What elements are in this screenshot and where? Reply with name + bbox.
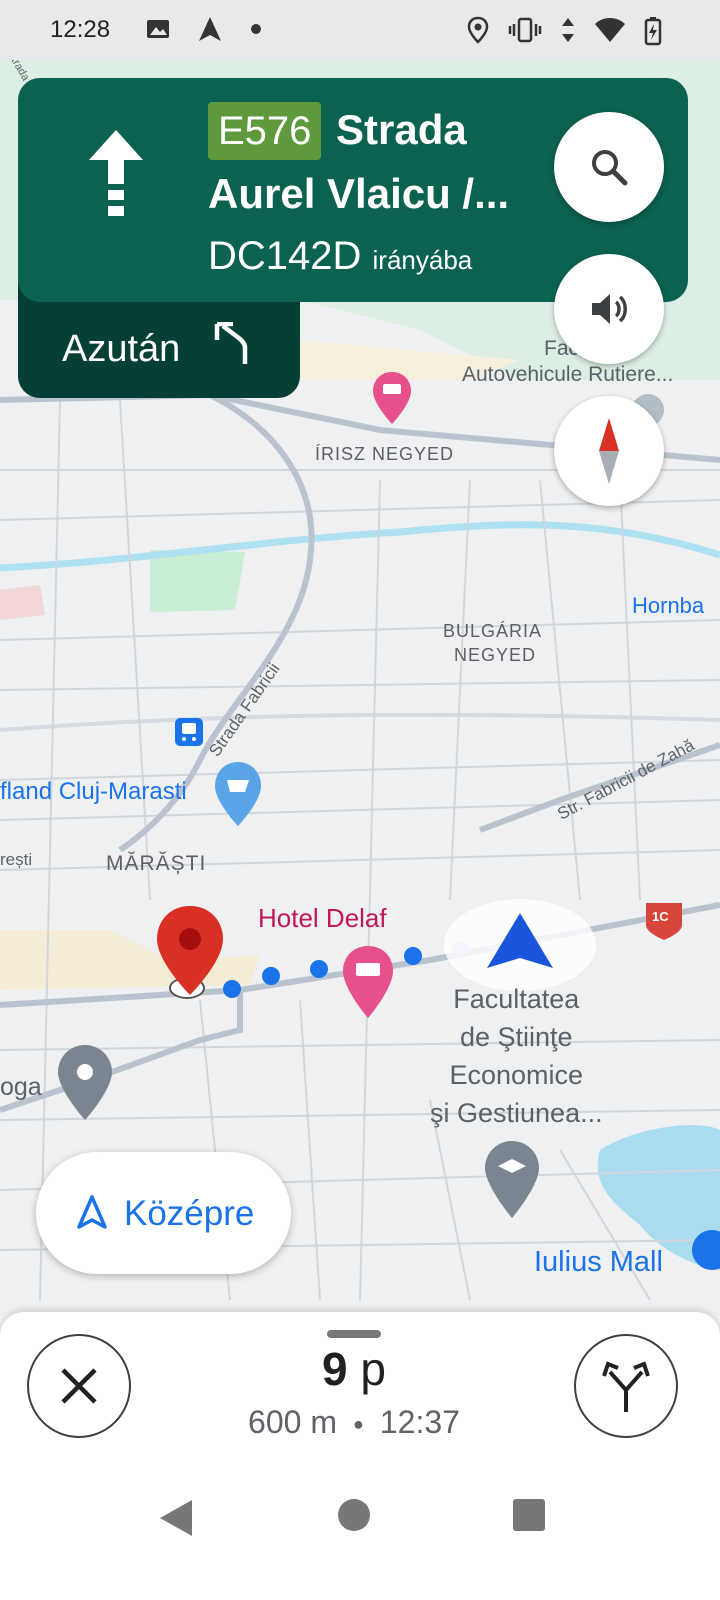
map-label-resti: rești: [0, 850, 33, 869]
eta-minutes-unit: p: [360, 1343, 386, 1395]
status-system-icons: [466, 16, 662, 46]
map-label-irisz: ÍRISZ NEGYED: [315, 444, 455, 464]
separator-dot: ●: [352, 1414, 364, 1435]
compass-icon: [599, 418, 619, 484]
location-icon: [467, 16, 489, 44]
image-icon: [147, 20, 169, 38]
map-label-marasti: MĂRĂȘTI: [106, 852, 207, 875]
sound-button[interactable]: [554, 254, 664, 364]
recents-icon[interactable]: [512, 1498, 546, 1532]
wifi-icon: [595, 18, 625, 42]
volume-icon: [592, 294, 627, 324]
search-button[interactable]: [554, 112, 664, 222]
search-icon: [592, 150, 628, 186]
data-transfer-icon: [562, 18, 574, 42]
then-label: Azután: [62, 328, 181, 370]
map-label-oga: oga: [0, 1073, 42, 1101]
map-label-faculty-auto-2: Autovehicule Rutiere...: [462, 363, 674, 386]
map-label-bulgaria-1: BULGÁRIA: [443, 621, 543, 641]
status-notification-icons: [145, 16, 263, 42]
map-label-hotel-delaf: Hotel Delaf: [258, 903, 387, 933]
map-label-faculty-econ: Facultatea de Ştiinţe Economice şi Gesti…: [430, 984, 603, 1128]
status-time: 12:28: [50, 16, 111, 43]
sheet-drag-handle[interactable]: [327, 1330, 381, 1338]
compass-button[interactable]: [554, 396, 664, 506]
trip-summary-sheet[interactable]: 9 p 600 m ● 12:37: [0, 1312, 720, 1472]
home-icon[interactable]: [337, 1498, 371, 1532]
navigation-icon: [199, 17, 221, 41]
dot-icon: [251, 24, 261, 34]
battery-charging-icon: [644, 17, 662, 46]
towards-road-name: DC142D: [208, 234, 362, 278]
map-label-iulius-mall: Iulius Mall: [534, 1246, 663, 1278]
route-badge-1c: 1C: [652, 909, 669, 924]
street-name-line2: Aurel Vlaicu /...: [208, 170, 510, 217]
route-shield: E576: [208, 102, 322, 160]
eta-arrival-time: 12:37: [379, 1404, 460, 1440]
map-label-kaufland: fland Cluj-Marasti: [0, 778, 187, 805]
alternate-routes-button[interactable]: [574, 1334, 678, 1438]
recenter-label: Középre: [124, 1194, 255, 1233]
straight-arrow-icon: [89, 130, 143, 216]
vibrate-icon: [508, 17, 542, 43]
towards-suffix: irányába: [372, 245, 473, 275]
map-label-hornba: Hornba: [632, 593, 705, 618]
towards-road: DC142D irányába: [208, 234, 472, 279]
eta-minutes: 9: [322, 1343, 348, 1395]
system-navigation-bar: [0, 1472, 720, 1600]
status-bar: 12:28: [0, 0, 720, 60]
back-icon[interactable]: [158, 1498, 194, 1538]
alternate-routes-icon: [602, 1361, 650, 1412]
street-name-line1: Strada: [336, 106, 467, 153]
navigation-arrow-icon: [77, 1195, 107, 1229]
recenter-button[interactable]: Középre: [36, 1152, 291, 1274]
eta-distance: 600 m: [248, 1404, 337, 1440]
turn-slight-left-icon: [214, 322, 248, 364]
map-label-bulgaria-2: NEGYED: [454, 645, 537, 665]
